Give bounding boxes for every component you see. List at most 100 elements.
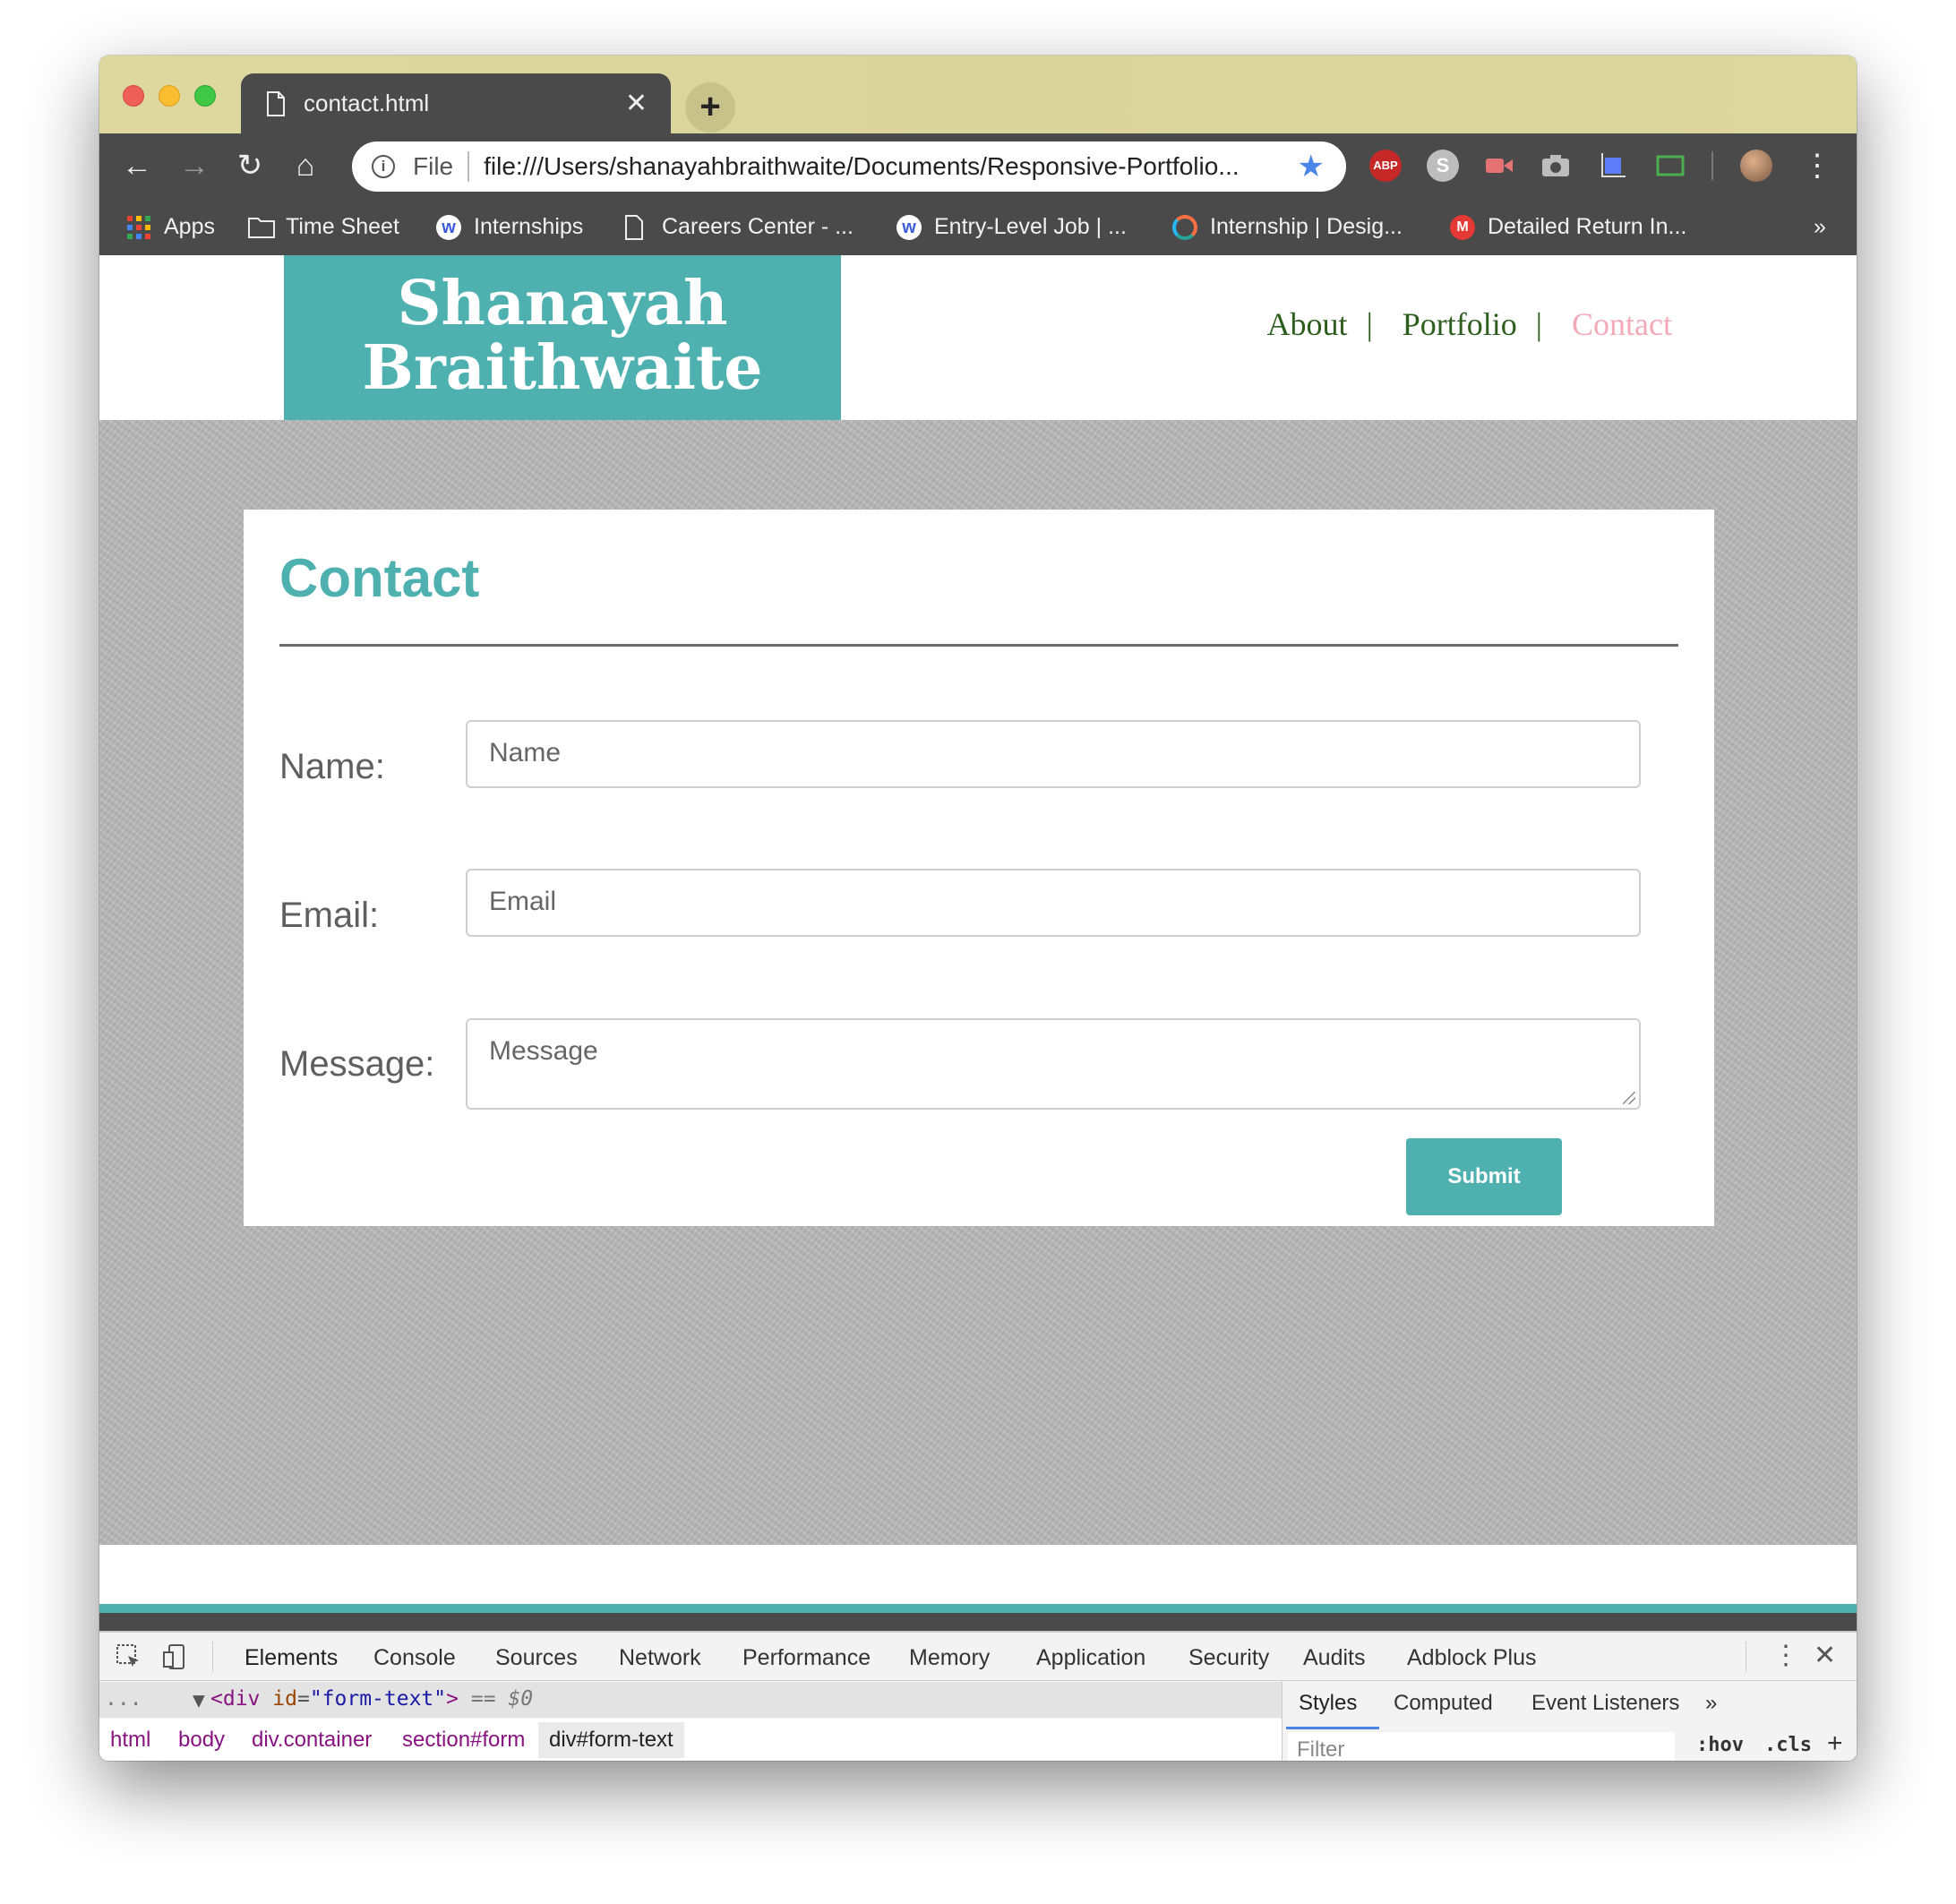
bookmark-detailed-return[interactable]: M Detailed Return In... (1450, 214, 1686, 240)
info-icon[interactable]: i (372, 155, 395, 178)
device-toolbar-icon[interactable] (162, 1643, 189, 1677)
skype-icon[interactable]: S (1427, 150, 1459, 182)
browser-window: contact.html ✕ + ← → ↻ ⌂ i File file:///… (99, 56, 1857, 1761)
minimize-window-button[interactable] (159, 85, 180, 107)
tab-elements[interactable]: Elements (233, 1645, 358, 1685)
forward-arrow-icon[interactable]: → (175, 146, 214, 185)
breadcrumb-div-form-text[interactable]: div#form-text (538, 1722, 684, 1758)
add-rule-icon[interactable]: + (1827, 1728, 1843, 1759)
breadcrumb-section-form[interactable]: section#form (402, 1728, 525, 1753)
collapse-triangle-icon[interactable]: ▼ (193, 1689, 205, 1712)
devtools-divider (212, 1642, 213, 1672)
message-label: Message: (279, 1044, 435, 1084)
styles-overflow-icon[interactable]: » (1705, 1691, 1717, 1716)
bookmark-star-icon[interactable]: ★ (1298, 149, 1325, 184)
tab-security[interactable]: Security (1188, 1645, 1269, 1671)
active-tab-indicator (1286, 1727, 1379, 1729)
url-text[interactable]: file:///Users/shanayahbraithwaite/Docume… (484, 152, 1297, 181)
bookmark-apps[interactable]: Apps (126, 214, 215, 240)
bookmarks-overflow-button[interactable]: » (1814, 214, 1826, 240)
tab-network[interactable]: Network (619, 1645, 701, 1671)
site-logo[interactable]: Shanayah Braithwaite (284, 255, 841, 420)
site-nav: About | Portfolio | Contact (1257, 305, 1672, 343)
nav-portfolio[interactable]: Portfolio (1403, 306, 1517, 342)
dom-attr-value: "form-text" (309, 1687, 447, 1711)
dom-ellipsis[interactable]: ... (105, 1687, 142, 1711)
resize-handle-icon[interactable] (1623, 1092, 1635, 1104)
tab-computed[interactable]: Computed (1394, 1691, 1493, 1716)
tab-memory[interactable]: Memory (909, 1645, 990, 1671)
nav-contact[interactable]: Contact (1572, 306, 1672, 342)
bookmark-entry-level-job[interactable]: w Entry-Level Job | ... (896, 214, 1127, 240)
devtools-menu-icon[interactable]: ⋮ (1772, 1640, 1799, 1671)
close-window-button[interactable] (123, 85, 144, 107)
bookmark-careers-center[interactable]: Careers Center - ... (624, 214, 854, 240)
tab-adblock-plus[interactable]: Adblock Plus (1407, 1645, 1537, 1671)
devtools-tabbar: Elements Console Sources Network Perform… (99, 1633, 1857, 1685)
message-field[interactable]: Message (466, 1018, 1641, 1110)
site-header: Shanayah Braithwaite About | Portfolio |… (99, 255, 1857, 420)
back-arrow-icon[interactable]: ← (117, 146, 157, 185)
logo-first-name: Shanayah (397, 268, 728, 339)
tab-audits[interactable]: Audits (1303, 1645, 1365, 1671)
hover-state-toggle[interactable]: :hov (1696, 1734, 1744, 1756)
reload-icon[interactable]: ↻ (230, 146, 270, 185)
tab-application[interactable]: Application (1036, 1645, 1145, 1671)
bookmark-label: Internship | Desig... (1210, 214, 1403, 239)
camera-icon[interactable] (1540, 150, 1572, 182)
bookmark-label: Internships (474, 214, 584, 239)
w-logo-icon: w (896, 214, 922, 240)
page-title: Contact (279, 548, 480, 608)
bookmark-label: Detailed Return In... (1488, 214, 1687, 239)
avatar[interactable] (1740, 150, 1772, 182)
url-scheme: File (413, 152, 454, 180)
crop-tool-icon[interactable] (1597, 150, 1629, 182)
bookmark-internships[interactable]: w Internships (436, 214, 583, 240)
bookmark-time-sheet[interactable]: Time Sheet (248, 214, 399, 240)
dom-tag-close: > (446, 1687, 459, 1711)
window-resize-icon[interactable] (1654, 150, 1686, 182)
close-devtools-icon[interactable]: ✕ (1814, 1640, 1836, 1671)
bookmark-internship-design[interactable]: Internship | Desig... (1172, 214, 1403, 240)
tab-styles[interactable]: Styles (1299, 1691, 1357, 1716)
tab-performance[interactable]: Performance (742, 1645, 871, 1671)
bookmark-label: Apps (164, 214, 215, 239)
inspect-element-icon[interactable] (116, 1643, 142, 1677)
styles-filter-input[interactable]: Filter (1288, 1732, 1675, 1761)
address-bar[interactable]: i File file:///Users/shanayahbraithwaite… (352, 142, 1346, 192)
document-icon (266, 90, 286, 116)
bookmarks-bar: Apps Time Sheet w Internships Careers Ce… (99, 198, 1857, 255)
bookmark-label: Careers Center - ... (662, 214, 854, 239)
name-field[interactable]: Name (466, 720, 1641, 788)
dom-tree-selected-row[interactable]: ... ▼ <div id="form-text"> == $0 (99, 1682, 1282, 1718)
more-menu-icon[interactable]: ⋮ (1797, 146, 1837, 185)
message-placeholder: Message (489, 1036, 598, 1066)
new-tab-button[interactable]: + (685, 82, 735, 133)
maximize-window-button[interactable] (194, 85, 216, 107)
home-icon[interactable]: ⌂ (286, 146, 325, 185)
tab-event-listeners[interactable]: Event Listeners (1531, 1691, 1679, 1716)
breadcrumb-body[interactable]: body (178, 1728, 225, 1753)
tab-title: contact.html (304, 90, 430, 116)
close-tab-icon[interactable]: ✕ (625, 88, 648, 119)
email-field[interactable]: Email (466, 869, 1641, 937)
m-logo-icon: M (1450, 214, 1475, 240)
document-icon (624, 214, 649, 240)
tab-sources[interactable]: Sources (495, 1645, 578, 1671)
bookmark-label: Time Sheet (286, 214, 399, 239)
toolbar-divider (1712, 151, 1713, 180)
class-toggle[interactable]: .cls (1764, 1734, 1812, 1756)
email-label: Email: (279, 896, 380, 935)
page-viewport: Shanayah Braithwaite About | Portfolio |… (99, 255, 1857, 1685)
screen-record-icon[interactable] (1482, 150, 1514, 182)
folder-icon (248, 215, 275, 240)
submit-button[interactable]: Submit (1406, 1138, 1562, 1215)
nav-about[interactable]: About (1267, 306, 1348, 342)
logo-last-name: Braithwaite (362, 332, 763, 404)
browser-tab[interactable]: contact.html ✕ (241, 73, 671, 133)
breadcrumb-div-container[interactable]: div.container (252, 1728, 372, 1753)
tab-console[interactable]: Console (373, 1645, 456, 1671)
adblock-plus-icon[interactable]: ABP (1369, 150, 1402, 182)
breadcrumb: html body div.container section#form div… (99, 1719, 1282, 1761)
breadcrumb-html[interactable]: html (110, 1728, 150, 1753)
